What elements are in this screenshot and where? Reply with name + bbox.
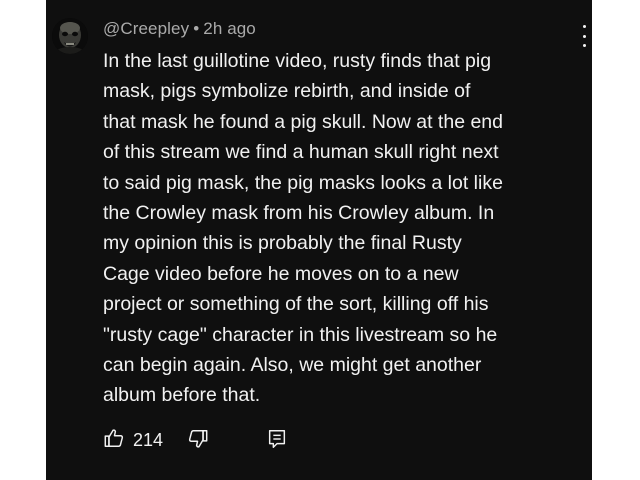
comment-line: project or something of the sort, killin… [103, 293, 489, 316]
comment-meta: @Creepley • 2h ago [103, 19, 256, 39]
reply-comment-icon[interactable] [266, 428, 288, 455]
comment-line: mask, pigs symbolize rebirth, and inside… [103, 80, 471, 103]
comment-line: can begin again. Also, we might get anot… [103, 353, 482, 376]
comment-time: 2h ago [203, 19, 256, 38]
comment-line: Cage video before he moves on to a new [103, 262, 459, 285]
comment-line: In the last guillotine video, rusty find… [103, 50, 492, 72]
thumbs-up-icon[interactable] [103, 427, 125, 454]
comment-line: my opinion this is probably the final Ru… [103, 232, 462, 255]
comment-line: the Crowley mask from his Crowley album.… [103, 201, 495, 224]
comment-line: of this stream we find a human skull rig… [103, 141, 499, 164]
dark-face-avatar-icon [52, 18, 88, 54]
avatar[interactable] [52, 18, 88, 54]
comment-line: to said pig mask, the pig masks looks a … [103, 171, 503, 194]
comment-panel: @Creepley • 2h ago In the last guillotine … [46, 0, 592, 480]
comment-line: "rusty cage" character in this livestrea… [103, 323, 498, 346]
meta-separator: • [193, 19, 200, 38]
vertical-ellipsis-icon[interactable] [580, 25, 588, 47]
like-count: 214 [133, 430, 164, 450]
thumbs-down-icon[interactable] [187, 428, 209, 455]
comment-body: In the last guillotine video, rusty find… [103, 46, 587, 411]
comment-line: that mask he found a pig skull. Now at t… [103, 110, 503, 133]
comment-author[interactable]: @Creepley [103, 19, 189, 38]
comment-actions: 214 [103, 426, 343, 454]
comment-line: album before that. [103, 384, 261, 407]
